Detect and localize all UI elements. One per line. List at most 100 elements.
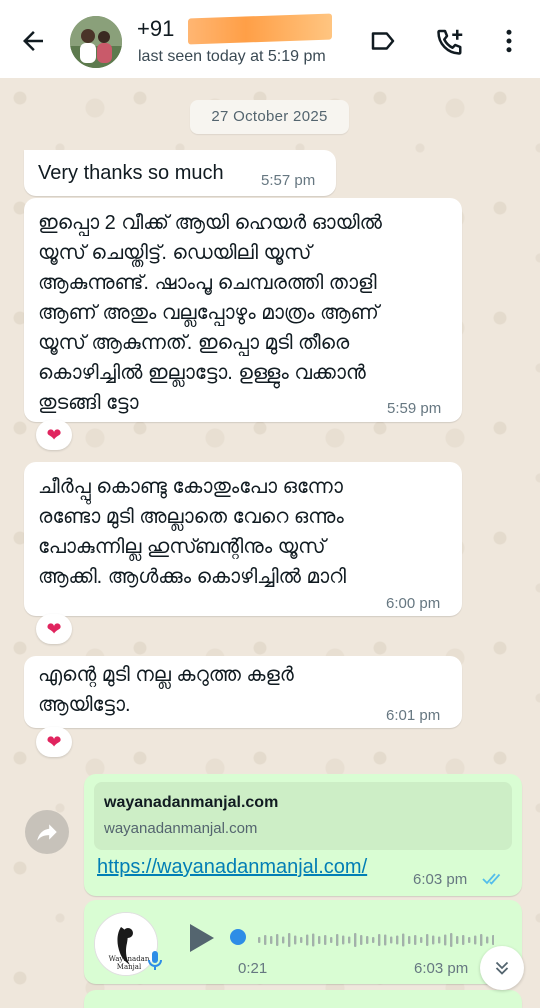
message-line: യൂസ് ചെയ്തിട്ട്. ഡെയിലി യൂസ് (38, 242, 312, 264)
waveform-bar (342, 935, 345, 945)
incoming-message[interactable]: ചീർപ്പു കൊണ്ടു കോതുംപോ ഒന്നോ രണ്ടോ മുടി … (24, 462, 462, 616)
message-line: കൊഴിച്ചിൽ ഇല്ലാട്ടോ. ഉള്ളും വക്കാൻ (38, 362, 366, 384)
waveform-bar (330, 937, 333, 943)
label-icon[interactable] (368, 26, 398, 56)
message-time: 6:01 pm (386, 707, 441, 724)
contact-avatar[interactable] (70, 16, 122, 68)
date-separator: 27 October 2025 (190, 100, 349, 134)
incoming-message[interactable]: Very thanks so much 5:57 pm (24, 150, 336, 196)
waveform-bar (318, 936, 321, 944)
avatar-label: Wayanadan (109, 955, 150, 963)
waveform-bar (312, 933, 315, 947)
waveform-bar (354, 933, 357, 947)
link-preview-card[interactable]: wayanadanmanjal.com wayanadanmanjal.com (94, 782, 512, 850)
waveform-bar (282, 936, 285, 944)
waveform-bar (270, 936, 273, 944)
message-line: പോകുന്നില്ല ഹുസ്ബന്റിനും യൂസ് (38, 536, 326, 558)
mic-icon (148, 951, 162, 970)
waveform-bar (396, 935, 399, 945)
waveform-bar (390, 936, 393, 944)
waveform-bar (360, 935, 363, 945)
waveform-bar (486, 936, 489, 944)
message-line: ആയിട്ടോ. (38, 694, 131, 716)
heart-icon: ❤ (46, 731, 62, 752)
message-line: ഇപ്പൊ 2 വീക്ക് ആയി ഹെയർ ഓയിൽ (38, 212, 382, 234)
voice-waveform[interactable] (254, 932, 494, 948)
heart-reaction[interactable]: ❤ (36, 420, 72, 450)
waveform-bar (456, 936, 459, 944)
waveform-bar (426, 934, 429, 946)
message-time: 6:03 pm (414, 960, 469, 977)
message-text: ഇപ്പൊ 2 വീക്ക് ആയി ഹെയർ ഓയിൽ യൂസ് ചെയ്തി… (38, 208, 382, 418)
message-text: ചീർപ്പു കൊണ്ടു കോതുംപോ ഒന്നോ രണ്ടോ മുടി … (38, 472, 346, 592)
avatar-label: Manjal (117, 963, 142, 971)
message-time: 5:57 pm (261, 172, 316, 189)
message-text: എന്റെ മുടി നല്ല കറുത്ത കളർ ആയിട്ടോ. (38, 660, 294, 720)
waveform-bar (462, 935, 465, 945)
heart-reaction[interactable]: ❤ (36, 727, 72, 757)
waveform-bar (288, 933, 291, 947)
play-icon[interactable] (186, 922, 216, 954)
heart-icon: ❤ (46, 424, 62, 445)
redaction-mark (188, 13, 332, 45)
scroll-to-bottom-button[interactable] (480, 946, 524, 990)
waveform-bar (366, 936, 369, 944)
waveform-bar (372, 937, 375, 943)
message-link[interactable]: https://wayanadanmanjal.com/ (97, 856, 367, 879)
add-call-icon[interactable] (436, 26, 466, 56)
link-preview-title: wayanadanmanjal.com (104, 794, 279, 811)
waveform-bar (384, 934, 387, 946)
double-check-icon (482, 873, 501, 885)
waveform-bar (480, 934, 483, 946)
waveform-bar (414, 935, 417, 945)
waveform-bar (378, 934, 381, 946)
message-line: യൂസ് ആകുന്നത്. ഇപ്പൊ മുടി തീരെ (38, 332, 350, 354)
waveform-bar (306, 934, 309, 946)
chevrons-down-icon (495, 961, 509, 975)
chat-header: +91 last seen today at 5:19 pm (0, 0, 540, 78)
message-line: ആക്കി. ആൾക്കും കൊഴിച്ചിൽ മാറി (38, 566, 346, 588)
waveform-bar (324, 935, 327, 945)
heart-icon: ❤ (46, 618, 62, 639)
waveform-bar (408, 936, 411, 944)
contact-name[interactable]: +91 (137, 16, 174, 42)
waveform-bar (432, 935, 435, 945)
forward-button[interactable] (25, 810, 69, 854)
waveform-bar (420, 937, 423, 943)
message-text: Very thanks so much (38, 162, 224, 184)
waveform-bar (402, 933, 405, 947)
waveform-bar (348, 936, 351, 944)
message-line: എന്റെ മുടി നല്ല കറുത്ത കളർ (38, 664, 294, 686)
playback-slider[interactable] (230, 929, 246, 945)
waveform-bar (438, 936, 441, 944)
voice-message[interactable]: Wayanadan Manjal 0:21 6:03 pm (84, 900, 522, 984)
outgoing-message[interactable] (84, 990, 522, 1008)
waveform-bar (468, 937, 471, 943)
waveform-bar (444, 934, 447, 946)
message-line: രണ്ടോ മുടി അല്ലാതെ വേറെ ഒന്നും (38, 506, 344, 528)
waveform-bar (264, 935, 267, 945)
link-preview-domain: wayanadanmanjal.com (104, 820, 258, 837)
last-seen-status: last seen today at 5:19 pm (138, 48, 326, 65)
back-arrow-icon[interactable] (18, 26, 48, 56)
message-line: തുടങ്ങി ട്ടോ (38, 392, 139, 414)
waveform-bar (450, 933, 453, 947)
heart-reaction[interactable]: ❤ (36, 614, 72, 644)
voice-duration: 0:21 (238, 960, 268, 977)
message-time: 6:03 pm (413, 871, 468, 888)
waveform-bar (492, 935, 494, 945)
message-time: 5:59 pm (387, 400, 442, 417)
waveform-bar (294, 935, 297, 945)
incoming-message[interactable]: ഇപ്പൊ 2 വീക്ക് ആയി ഹെയർ ഓയിൽ യൂസ് ചെയ്തി… (24, 198, 462, 422)
message-time: 6:00 pm (386, 595, 441, 612)
waveform-bar (474, 935, 477, 945)
waveform-bar (258, 937, 261, 943)
message-line: ചീർപ്പു കൊണ്ടു കോതുംപോ ഒന്നോ (38, 476, 343, 498)
incoming-message[interactable]: എന്റെ മുടി നല്ല കറുത്ത കളർ ആയിട്ടോ. 6:01… (24, 656, 462, 728)
waveform-bar (276, 934, 279, 946)
outgoing-message[interactable]: wayanadanmanjal.com wayanadanmanjal.com … (84, 774, 522, 896)
more-vert-icon[interactable] (494, 26, 524, 56)
message-line: ആണ് അതും വല്ലപ്പോഴും മാത്രം ആണ് (38, 302, 379, 324)
waveform-bar (336, 934, 339, 946)
waveform-bar (300, 937, 303, 943)
